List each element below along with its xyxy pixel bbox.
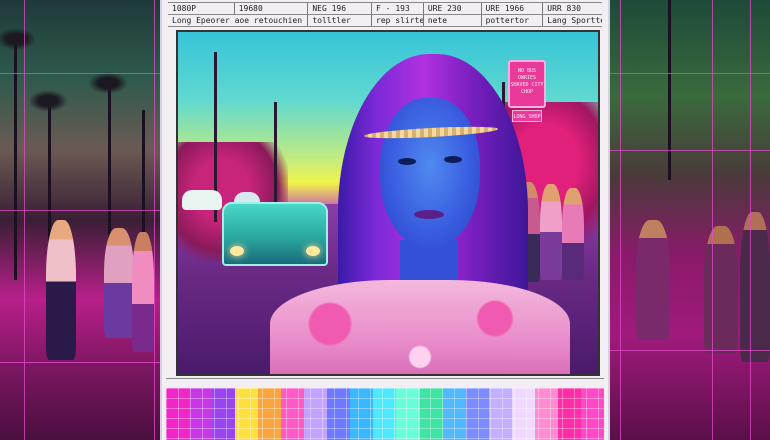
header-cell: F - 193 bbox=[371, 3, 423, 14]
left-side-panel bbox=[0, 0, 160, 440]
pedestrian bbox=[104, 228, 134, 338]
portrait-eye bbox=[398, 158, 416, 165]
grid-line bbox=[610, 73, 770, 74]
bars-grid-overlay bbox=[166, 388, 604, 440]
roadside-sign: NO BUS OWRIES SHAVED CITY CHOP bbox=[508, 60, 546, 108]
header-cell: URR 830 bbox=[542, 3, 602, 14]
header-cell: NEG 196 bbox=[307, 3, 371, 14]
palm-tree bbox=[14, 40, 17, 280]
header-cell: URE 230 bbox=[422, 3, 481, 14]
main-photo: NO BUS OWRIES SHAVED CITY CHOP LONG SHOP bbox=[176, 30, 600, 376]
teal-car bbox=[222, 202, 328, 266]
grid-line bbox=[610, 350, 770, 351]
palm-tree bbox=[668, 0, 671, 180]
header-row-2: Long Epeorer aoe retouchien tolltler rep… bbox=[168, 15, 602, 26]
pedestrian bbox=[636, 220, 670, 340]
color-bars bbox=[166, 388, 604, 440]
palm-frond bbox=[88, 72, 128, 94]
pedestrian bbox=[132, 232, 154, 352]
pedestrian bbox=[46, 220, 76, 360]
headlight bbox=[306, 246, 320, 256]
pedestrian bbox=[704, 226, 738, 354]
grid-line bbox=[24, 0, 25, 440]
grid-line bbox=[620, 0, 621, 440]
grid-line bbox=[712, 0, 713, 440]
header-cell: URE 1966 bbox=[480, 3, 543, 14]
palm-frond bbox=[28, 90, 68, 112]
pedestrian bbox=[562, 188, 584, 280]
header-cell: tolltler bbox=[307, 15, 371, 26]
header-cell: nete bbox=[422, 15, 481, 26]
header-cell: 19680 bbox=[233, 3, 308, 14]
portrait-eye bbox=[444, 156, 462, 163]
grid-line bbox=[750, 0, 751, 440]
headlight bbox=[230, 246, 244, 256]
right-side-panel bbox=[610, 0, 770, 440]
floral-top bbox=[270, 280, 570, 374]
caption-rule bbox=[166, 378, 604, 379]
grid-line bbox=[154, 0, 155, 440]
header-cell: pottertor bbox=[480, 15, 543, 26]
header-row-1: 1080P 19680 NEG 196 F - 193 URE 230 URE … bbox=[168, 3, 602, 14]
header-cell: Lang Sportte bbox=[542, 15, 602, 26]
portrait-face bbox=[380, 98, 480, 248]
palm-frond bbox=[0, 28, 36, 50]
stage: 1080P 19680 NEG 196 F - 193 URE 230 URE … bbox=[0, 0, 770, 440]
portrait-lips bbox=[414, 210, 444, 219]
pedestrian bbox=[740, 212, 770, 362]
header-rule bbox=[168, 26, 602, 27]
roadside-sign-small: LONG SHOP bbox=[512, 110, 542, 122]
car bbox=[182, 190, 222, 210]
grid-line bbox=[610, 150, 770, 151]
header-cell: rep slirte bbox=[371, 15, 423, 26]
utility-pole bbox=[274, 102, 277, 202]
pedestrian bbox=[540, 184, 562, 280]
header-cell: Long Epeorer aoe retouchien bbox=[172, 16, 303, 25]
header-cell: 1080P bbox=[172, 4, 197, 13]
